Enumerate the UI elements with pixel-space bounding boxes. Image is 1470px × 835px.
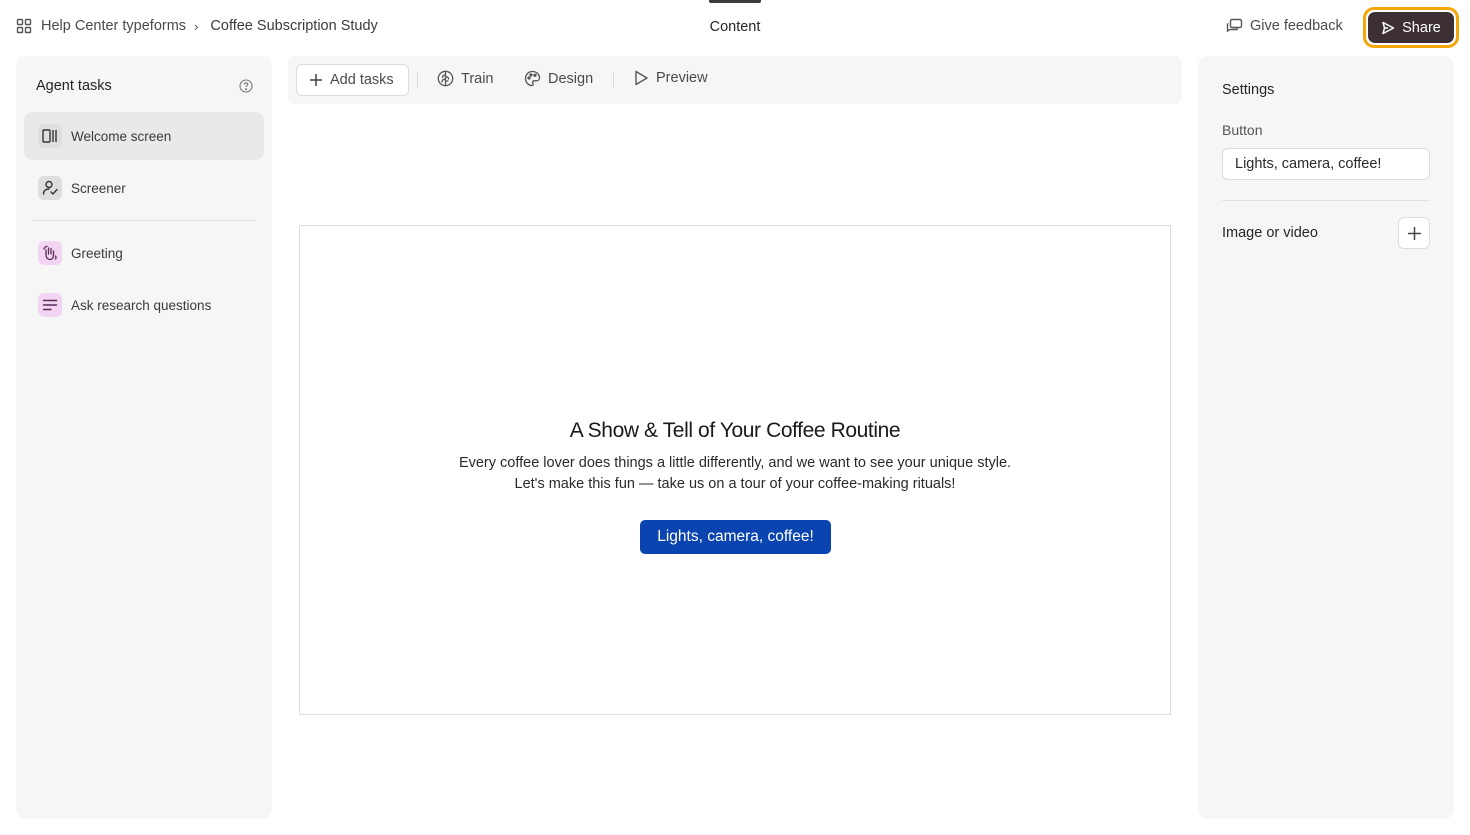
design-button[interactable]: Design (524, 70, 593, 87)
add-media-button[interactable] (1398, 217, 1430, 249)
train-button[interactable]: Train (437, 70, 494, 87)
add-tasks-label: Add tasks (330, 72, 394, 88)
active-tab-indicator (709, 0, 761, 3)
settings-panel: Settings Button Image or video (1198, 56, 1454, 819)
breadcrumb: Help Center typeforms › Coffee Subscript… (16, 18, 378, 34)
welcome-description-line-1: Every coffee lover does things a little … (458, 455, 1012, 471)
give-feedback-button[interactable]: Give feedback (1226, 18, 1343, 34)
tab-content[interactable]: Content (700, 0, 770, 56)
lines-icon (38, 293, 62, 317)
add-tasks-button[interactable]: Add tasks (296, 64, 409, 96)
toolbar-separator (417, 72, 418, 88)
task-welcome-screen[interactable]: Welcome screen (24, 112, 264, 160)
brain-icon (437, 70, 454, 87)
plus-icon (310, 74, 322, 86)
preview-button[interactable]: Preview (634, 70, 708, 86)
send-icon (1382, 21, 1395, 34)
task-ask-research-questions-label: Ask research questions (71, 297, 212, 313)
play-icon (635, 70, 648, 86)
breadcrumb-workspace[interactable]: Help Center typeforms (41, 18, 186, 34)
preview-label: Preview (656, 70, 708, 86)
task-ask-research-questions[interactable]: Ask research questions (24, 281, 264, 329)
welcome-description-line-2: Let's make this fun — take us on a tour … (514, 476, 956, 492)
toolbar-separator (613, 72, 614, 88)
feedback-icon (1226, 18, 1243, 33)
settings-title: Settings (1222, 82, 1275, 98)
palette-icon (524, 70, 541, 87)
plus-icon (1407, 226, 1421, 240)
task-welcome-screen-label: Welcome screen (71, 128, 172, 144)
top-bar: Help Center typeforms › Coffee Subscript… (0, 0, 1470, 56)
task-greeting[interactable]: Greeting (24, 229, 264, 277)
help-icon[interactable] (239, 79, 253, 93)
agent-tasks-panel: Agent tasks Welcome screen Screener Gree… (16, 56, 272, 819)
image-or-video-label: Image or video (1222, 225, 1318, 241)
editor-toolbar: Add tasks Train Design Preview (288, 56, 1182, 104)
share-button[interactable]: Share (1368, 12, 1454, 43)
breadcrumb-separator: › (194, 18, 199, 34)
give-feedback-label: Give feedback (1250, 18, 1343, 34)
screener-icon (38, 176, 62, 200)
welcome-screen-preview: A Show & Tell of Your Coffee Routine Eve… (299, 225, 1171, 715)
wave-hand-icon (38, 241, 62, 265)
welcome-headline[interactable]: A Show & Tell of Your Coffee Routine (300, 419, 1170, 443)
button-text-input[interactable] (1222, 148, 1430, 180)
apps-grid-icon[interactable] (16, 18, 32, 34)
share-button-focus-ring: Share (1363, 7, 1459, 48)
breadcrumb-current[interactable]: Coffee Subscription Study (210, 18, 377, 34)
settings-divider (1222, 200, 1430, 201)
welcome-screen-icon (38, 124, 62, 148)
welcome-cta-button[interactable]: Lights, camera, coffee! (640, 520, 831, 554)
tasks-divider (32, 220, 256, 221)
agent-tasks-title: Agent tasks (36, 78, 112, 94)
task-screener[interactable]: Screener (24, 164, 264, 212)
tab-content-label: Content (709, 19, 761, 35)
train-label: Train (461, 70, 494, 87)
share-label: Share (1402, 19, 1441, 36)
design-label: Design (548, 70, 594, 87)
task-greeting-label: Greeting (71, 245, 123, 261)
button-field-label: Button (1222, 122, 1263, 138)
task-screener-label: Screener (71, 180, 126, 196)
welcome-description[interactable]: Every coffee lover does things a little … (300, 453, 1170, 495)
